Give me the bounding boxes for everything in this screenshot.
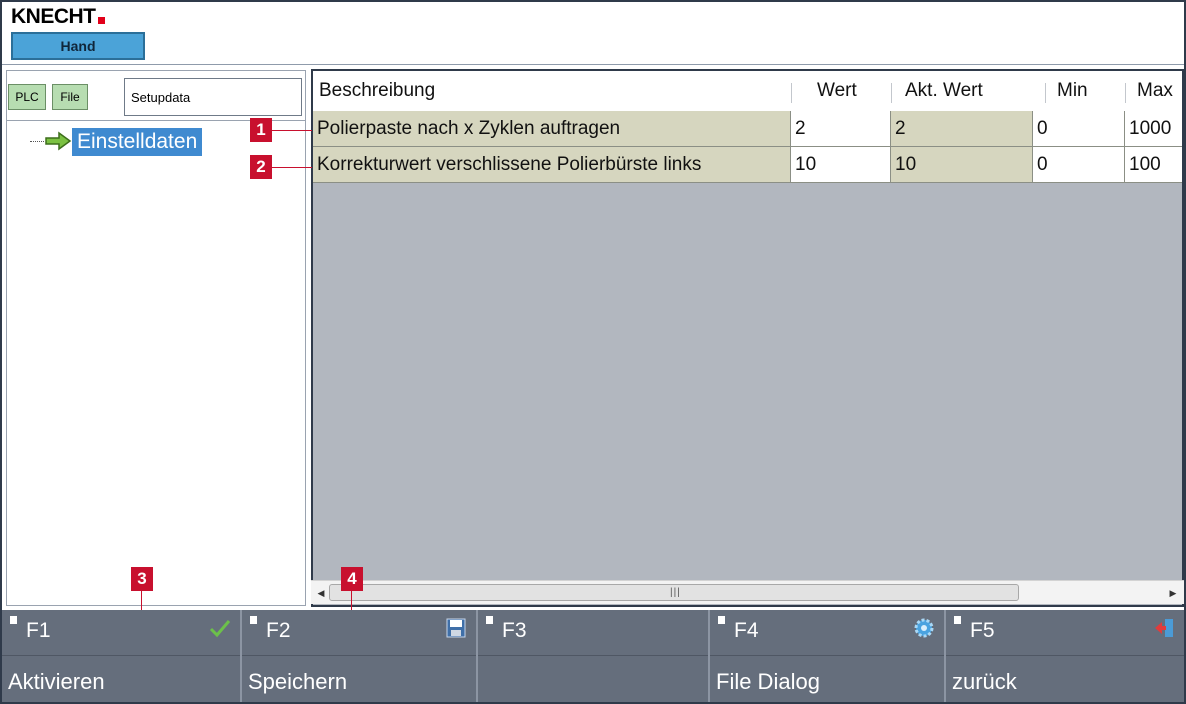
indicator-square-icon [250,616,257,624]
cell-akt-wert: 2 [891,111,1033,147]
column-separator [1125,83,1126,103]
column-header-akt-wert[interactable]: Akt. Wert [901,71,983,111]
callout-3: 3 [131,567,153,591]
brand-name: KNECHT [11,5,96,28]
logo-red-square [97,17,105,24]
cell-akt-wert: 10 [891,147,1033,183]
tree-toolbar: PLC File Setupdata [6,76,306,116]
fkey-label: F5 [970,619,995,642]
exit-icon [1155,619,1173,637]
table-header: Beschreibung Wert Akt. Wert Min Max [313,71,1182,111]
fkey-label: F3 [502,619,527,642]
checkmark-icon [209,620,231,638]
column-header-wert[interactable]: Wert [813,71,857,111]
callout-4: 4 [341,567,363,591]
scroll-thumb[interactable]: ||| [329,584,1019,601]
fkey-action: Aktivieren [8,669,105,694]
file-button[interactable]: File [52,84,88,110]
knecht-logo: KNECHT [11,6,105,28]
save-icon [446,618,466,638]
cell-max: 1000 [1125,111,1182,147]
callout-2: 2 [250,155,272,179]
scroll-left-arrow-icon[interactable]: ◀ [315,585,327,601]
fkey-label: F2 [266,619,291,642]
header-divider [2,64,1184,65]
tree-connector [30,141,44,142]
horizontal-scrollbar[interactable]: ◀ ||| ▶ [311,580,1184,604]
setup-data-table: Beschreibung Wert Akt. Wert Min Max Poli… [311,69,1184,607]
column-separator [1045,83,1046,103]
fkey-action: File Dialog [716,669,820,694]
fkey-action: Speichern [248,669,348,694]
gear-icon [914,618,934,638]
cell-max: 100 [1125,147,1182,183]
column-header-max[interactable]: Max [1133,71,1173,111]
callout-1: 1 [250,118,272,142]
callout-2-leader [272,167,312,168]
indicator-square-icon [954,616,961,624]
column-header-min[interactable]: Min [1053,71,1088,111]
column-separator [791,83,792,103]
cell-min: 0 [1033,147,1125,183]
function-key-bar: F1 Aktivieren F2 Speichern F3 F4 File Di… [2,610,1184,702]
mode-indicator: Hand [11,32,145,60]
cell-wert[interactable]: 10 [791,147,891,183]
grip-icon: ||| [670,587,681,598]
table-row[interactable]: Korrekturwert verschlissene Polierbürste… [313,147,1182,183]
indicator-square-icon [10,616,17,624]
indicator-square-icon [486,616,493,624]
cell-beschreibung: Korrekturwert verschlissene Polierbürste… [313,147,791,183]
table-row[interactable]: Polierpaste nach x Zyklen auftragen 2 2 … [313,111,1182,147]
scroll-right-arrow-icon[interactable]: ▶ [1167,585,1179,601]
callout-1-leader [272,130,312,131]
column-header-beschreibung[interactable]: Beschreibung [315,71,435,111]
setupdata-field[interactable]: Setupdata [124,78,302,116]
cell-min: 0 [1033,111,1125,147]
f3-button[interactable]: F3 [478,610,710,702]
indicator-square-icon [718,616,725,624]
cell-wert[interactable]: 2 [791,111,891,147]
f2-speichern-button[interactable]: F2 Speichern [242,610,478,702]
tree-item-einstelldaten[interactable]: Einstelldaten [72,128,203,156]
arrow-right-icon [45,131,72,151]
column-separator [891,83,892,103]
f4-file-dialog-button[interactable]: F4 File Dialog [710,610,946,702]
plc-button[interactable]: PLC [8,84,46,110]
cell-beschreibung: Polierpaste nach x Zyklen auftragen [313,111,791,147]
fkey-label: F1 [26,619,51,642]
f1-aktivieren-button[interactable]: F1 Aktivieren [2,610,242,702]
f5-zurueck-button[interactable]: F5 zurück [946,610,1184,702]
fkey-label: F4 [734,619,759,642]
fkey-action: zurück [952,669,1017,694]
